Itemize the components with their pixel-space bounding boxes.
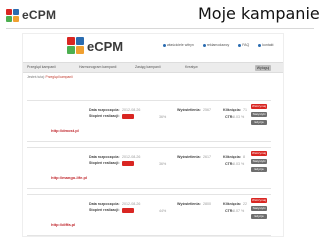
edit-button[interactable]: Edycja xyxy=(251,214,267,219)
tab-creative[interactable]: Kreatyw xyxy=(185,65,198,69)
top-link-faq[interactable]: FAQ xyxy=(238,43,249,47)
tab-schedule[interactable]: Harmonogram kampanii xyxy=(79,65,116,69)
app-screenshot: eCPM właściciele witryn reklamodawcy FAQ… xyxy=(22,33,284,237)
progress-bar xyxy=(122,208,134,213)
slide-logo: eCPM xyxy=(6,8,56,22)
start-date-value: 2012-08-26 xyxy=(122,155,141,159)
clicks-value: 71 xyxy=(243,108,247,112)
campaign-actions: Wstrzymaj Statystyki Edycja xyxy=(251,104,267,125)
nav-bar: Przegląd kampanii Harmonogram kampanii Z… xyxy=(23,62,283,73)
campaign-actions: Wstrzymaj Statystyki Edycja xyxy=(251,151,267,172)
clicks-label: Kliknięcia: xyxy=(223,155,241,159)
ctr-value: 0.03 % xyxy=(233,115,245,119)
edit-button[interactable]: Edycja xyxy=(251,167,267,172)
ctr-value: 0.03 % xyxy=(233,162,245,166)
top-link-contact[interactable]: kontakt xyxy=(258,43,274,47)
breadcrumb-prefix: Jesteś tutaj: xyxy=(27,75,45,79)
slide-logo-text: eCPM xyxy=(22,8,57,22)
impressions-value: 2617 xyxy=(203,155,211,159)
campaign-url[interactable]: http://dmost.pl xyxy=(51,128,79,133)
ecpm-logo-icon xyxy=(67,37,85,55)
pause-button[interactable]: Wstrzymaj xyxy=(251,198,267,203)
progress-bar xyxy=(122,161,134,166)
start-date-value: 2012-08-26 xyxy=(122,202,141,206)
progress-label: Stopień realizacji: xyxy=(89,208,120,212)
campaign-card: Data rozpoczęcia: 2012-08-26 Stopień rea… xyxy=(27,100,271,142)
campaign-card: Data rozpoczęcia: 2012-08-26 Stopień rea… xyxy=(27,147,271,189)
progress-value: 44% xyxy=(159,209,167,213)
tab-reach[interactable]: Zasięg kampanii xyxy=(135,65,160,69)
clicks-label: Kliknięcia: xyxy=(223,202,241,206)
impressions-label: Wyświetlenia: xyxy=(177,155,201,159)
bullet-icon xyxy=(258,43,262,47)
progress-value: 36% xyxy=(159,162,167,166)
top-links: właściciele witryn reklamodawcy FAQ kont… xyxy=(163,43,274,47)
ctr-value: 0.07 % xyxy=(233,209,245,213)
campaign-url[interactable]: http://mango-life.pl xyxy=(51,175,87,180)
bullet-icon xyxy=(202,43,206,47)
progress-label: Stopień realizacji: xyxy=(89,114,120,118)
ecpm-logo-icon xyxy=(6,8,19,22)
start-date-label: Data rozpoczęcia: xyxy=(89,202,120,206)
bullet-icon xyxy=(238,43,242,47)
start-date-value: 2012-08-26 xyxy=(122,108,141,112)
campaign-actions: Wstrzymaj Statystyki Edycja xyxy=(251,198,267,219)
clicks-value: 8 xyxy=(243,155,245,159)
pause-button[interactable]: Wstrzymaj xyxy=(251,151,267,156)
slide-title: Moje kampanie xyxy=(198,4,320,23)
logout-button[interactable]: Wyloguj xyxy=(255,65,271,71)
app-logo[interactable]: eCPM xyxy=(67,37,123,55)
top-link-owners[interactable]: właściciele witryn xyxy=(163,43,194,47)
start-date-label: Data rozpoczęcia: xyxy=(89,108,120,112)
edit-button[interactable]: Edycja xyxy=(251,120,267,125)
impressions-value: 2567 xyxy=(203,108,211,112)
stats-button[interactable]: Statystyki xyxy=(251,159,267,164)
start-date-label: Data rozpoczęcia: xyxy=(89,155,120,159)
impressions-label: Wyświetlenia: xyxy=(177,202,201,206)
campaign-card: Data rozpoczęcia: 2012-08-26 Stopień rea… xyxy=(27,194,271,236)
stats-button[interactable]: Statystyki xyxy=(251,206,267,211)
clicks-value: 22 xyxy=(243,202,247,206)
tab-overview[interactable]: Przegląd kampanii xyxy=(27,65,56,69)
slide-divider xyxy=(6,28,314,29)
bullet-icon xyxy=(163,43,166,47)
clicks-label: Kliknięcia: xyxy=(223,108,241,112)
impressions-label: Wyświetlenia: xyxy=(177,108,201,112)
pause-button[interactable]: Wstrzymaj xyxy=(251,104,267,109)
stats-button[interactable]: Statystyki xyxy=(251,112,267,117)
top-link-advertisers[interactable]: reklamodawcy xyxy=(202,43,229,47)
breadcrumb-current[interactable]: Przegląd kampanii xyxy=(46,75,73,79)
campaign-url[interactable]: http://diffa.pl xyxy=(51,222,75,227)
progress-value: 36% xyxy=(159,115,167,119)
impressions-value: 2800 xyxy=(203,202,211,206)
progress-label: Stopień realizacji: xyxy=(89,161,120,165)
breadcrumb: Jesteś tutaj: Przegląd kampanii xyxy=(27,75,73,79)
app-logo-text: eCPM xyxy=(87,38,124,54)
progress-bar xyxy=(122,114,134,119)
